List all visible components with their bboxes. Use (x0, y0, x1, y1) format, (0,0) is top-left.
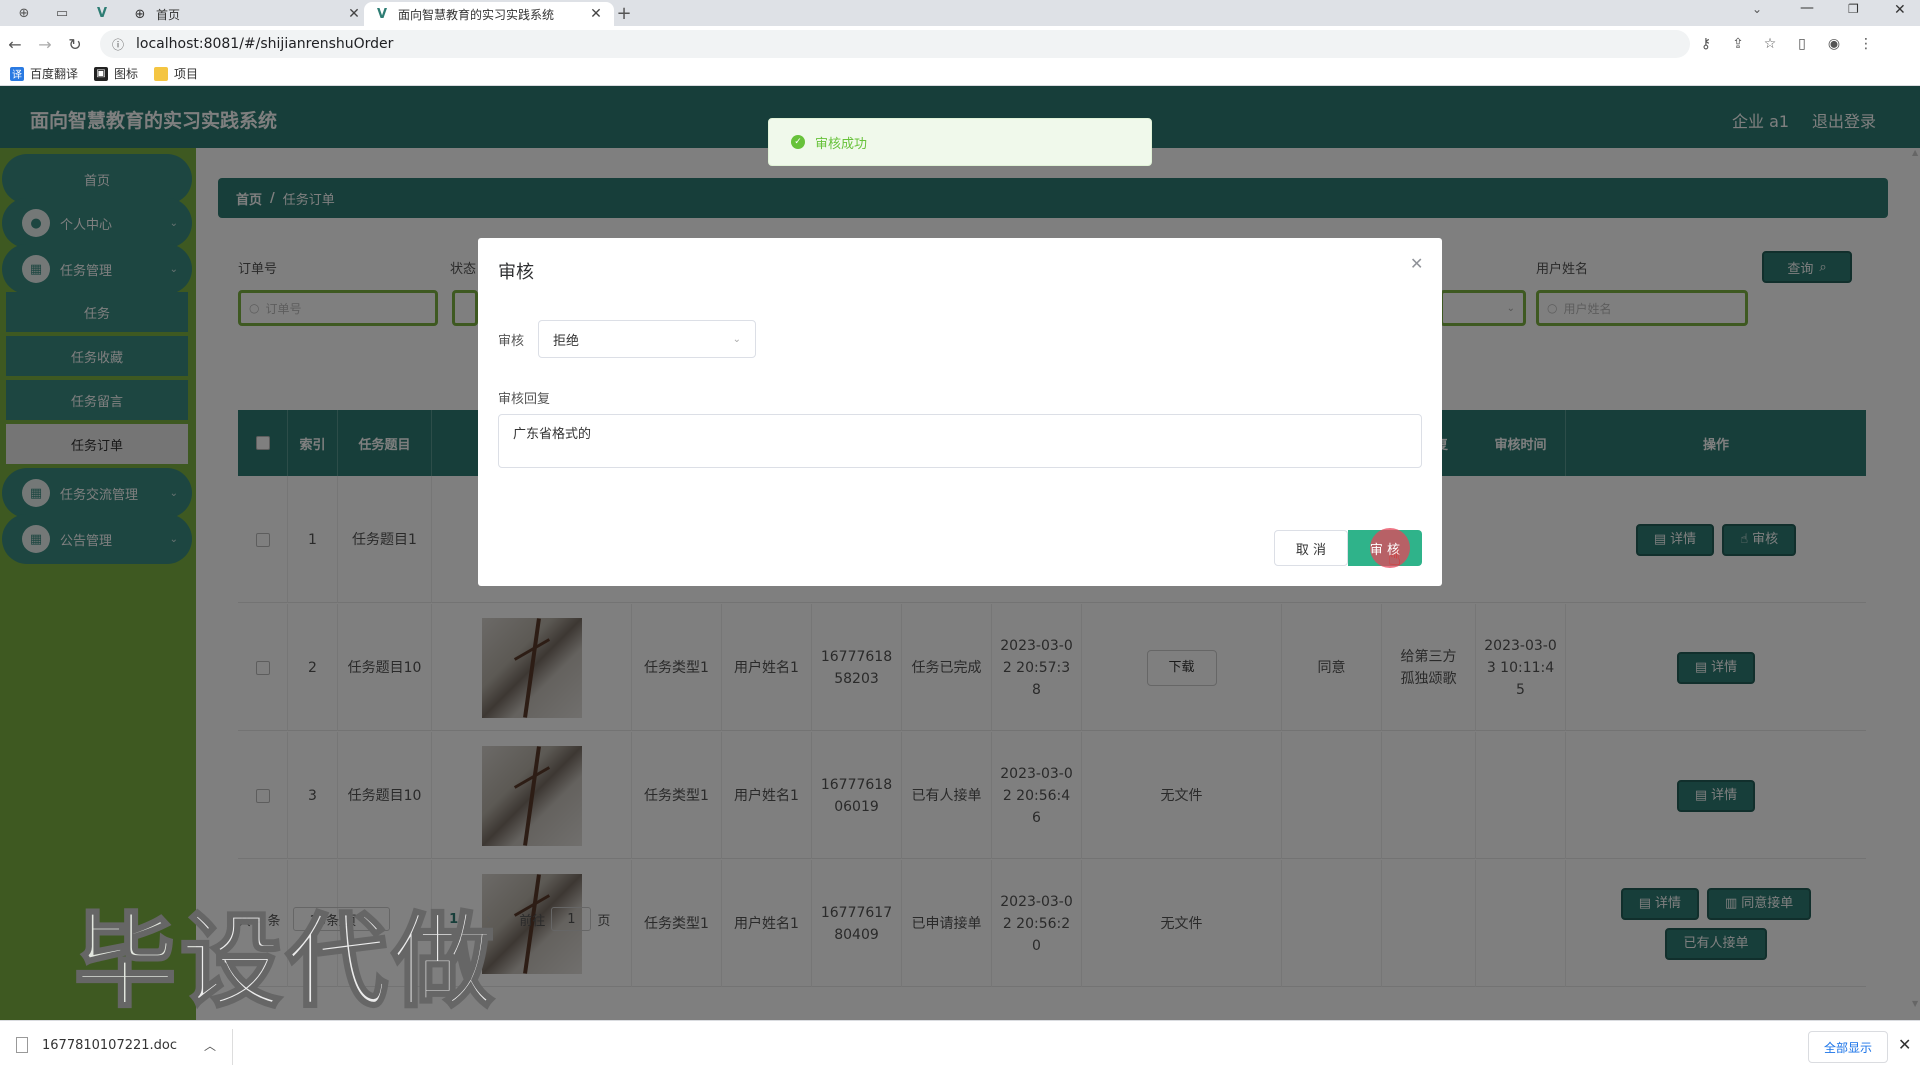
forward-icon[interactable]: → (30, 35, 60, 54)
toast-message: 审核成功 (815, 136, 868, 152)
star-icon[interactable]: ☆ (1754, 36, 1786, 52)
blank-page-icon: ▭ (55, 5, 69, 21)
review-label: 审核 (498, 334, 525, 349)
bookmark-project[interactable]: 项目 (154, 65, 198, 82)
back-icon[interactable]: ← (0, 35, 30, 54)
tab-system[interactable]: V 面向智慧教育的实习实践系统 ✕ (364, 2, 614, 26)
review-reply-textarea[interactable]: 广东省格式的 (498, 414, 1422, 468)
review-reply-label: 审核回复 (498, 392, 551, 407)
reload-icon[interactable]: ↻ (60, 35, 90, 54)
review-select-value: 拒绝 (553, 333, 580, 349)
hand-cursor-icon: ☝ (1388, 546, 1402, 571)
browser-tab-bar: ⊕ ▭ V ⊕ 首页 ✕ V 面向智慧教育的实习实践系统 ✕ + ⌄ — ❐ ✕ (0, 0, 1920, 26)
review-dialog: 审核 ✕ 审核 拒绝 ⌄ 审核回复 广东省格式的 取 消 审 核 (478, 238, 1442, 586)
vue-icon: V (376, 6, 388, 22)
plus-icon: + (616, 2, 632, 24)
pinned-tab-1[interactable]: ⊕ (6, 2, 42, 24)
image-icon: ▣ (94, 66, 109, 81)
pinned-tab-2[interactable]: ▭ (44, 2, 80, 24)
profile-icon[interactable]: ◉ (1818, 36, 1850, 52)
folder-icon (154, 66, 169, 81)
new-tab-button[interactable]: + (606, 2, 642, 24)
address-bar[interactable]: ⓘ localhost:8081/#/shijianrenshuOrder (100, 30, 1690, 58)
globe-icon: ⊕ (18, 5, 30, 21)
divider (232, 1029, 233, 1065)
tab-label: 首页 (156, 7, 181, 22)
tab-search-icon[interactable]: ⌄ (1752, 2, 1762, 16)
minimize-icon[interactable]: — (1800, 0, 1814, 16)
browser-toolbar: ← → ↻ ⓘ localhost:8081/#/shijianrenshuOr… (0, 26, 1920, 62)
bookmark-label: 图标 (114, 67, 139, 81)
close-icon[interactable]: ✕ (346, 6, 362, 22)
sidepanel-icon[interactable]: ▯ (1786, 36, 1818, 52)
review-select[interactable]: 拒绝 ⌄ (538, 320, 756, 358)
bookmark-translate[interactable]: 译百度翻译 (10, 65, 78, 82)
vue-icon: V (96, 5, 108, 21)
bookmark-label: 项目 (174, 67, 199, 81)
chevron-up-icon[interactable]: ︿ (204, 1037, 216, 1054)
bookmarks-bar: 译百度翻译 ▣ 图标 项目 (0, 62, 1920, 86)
close-icon[interactable]: ✕ (588, 6, 604, 22)
close-icon[interactable]: ✕ (1898, 1035, 1911, 1054)
info-icon[interactable]: ⓘ (112, 36, 124, 53)
url-text: localhost:8081/#/shijianrenshuOrder (136, 36, 394, 52)
bookmark-label: 百度翻译 (30, 67, 79, 81)
dialog-title: 审核 (498, 262, 534, 283)
restore-icon[interactable]: ❐ (1848, 2, 1859, 16)
show-all-button[interactable]: 全部显示 (1808, 1031, 1888, 1063)
pinned-tab-3[interactable]: V (84, 2, 120, 24)
watermark-text: 毕设代做 (73, 902, 498, 1024)
share-icon[interactable]: ⇪ (1722, 36, 1754, 52)
key-icon[interactable]: ⚷ (1690, 36, 1722, 52)
confirm-review-button[interactable]: 审 核 (1348, 528, 1422, 568)
check-circle-icon: ✓ (791, 135, 805, 149)
tab-label: 面向智慧教育的实习实践系统 (398, 7, 555, 22)
tab-home[interactable]: ⊕ 首页 ✕ (122, 2, 372, 26)
file-icon (16, 1037, 28, 1053)
globe-icon: ⊕ (134, 6, 146, 22)
download-filename: 1677810107221.doc (42, 1037, 178, 1053)
menu-icon[interactable]: ⋮ (1850, 36, 1882, 52)
download-item[interactable]: 1677810107221.doc (16, 1037, 177, 1053)
cancel-button[interactable]: 取 消 (1274, 530, 1348, 566)
success-toast: ✓ 审核成功 (768, 118, 1152, 166)
chevron-down-icon: ⌄ (732, 333, 741, 345)
scrollbar[interactable]: ▲ ▼ (1910, 148, 1920, 1008)
close-icon[interactable]: ✕ (1410, 254, 1423, 273)
window-close-icon[interactable]: ✕ (1894, 2, 1906, 18)
download-bar: 1677810107221.doc ︿ 全部显示 ✕ (0, 1020, 1920, 1072)
translate-icon: 译 (10, 66, 24, 81)
bookmark-icons[interactable]: ▣ 图标 (94, 65, 138, 82)
